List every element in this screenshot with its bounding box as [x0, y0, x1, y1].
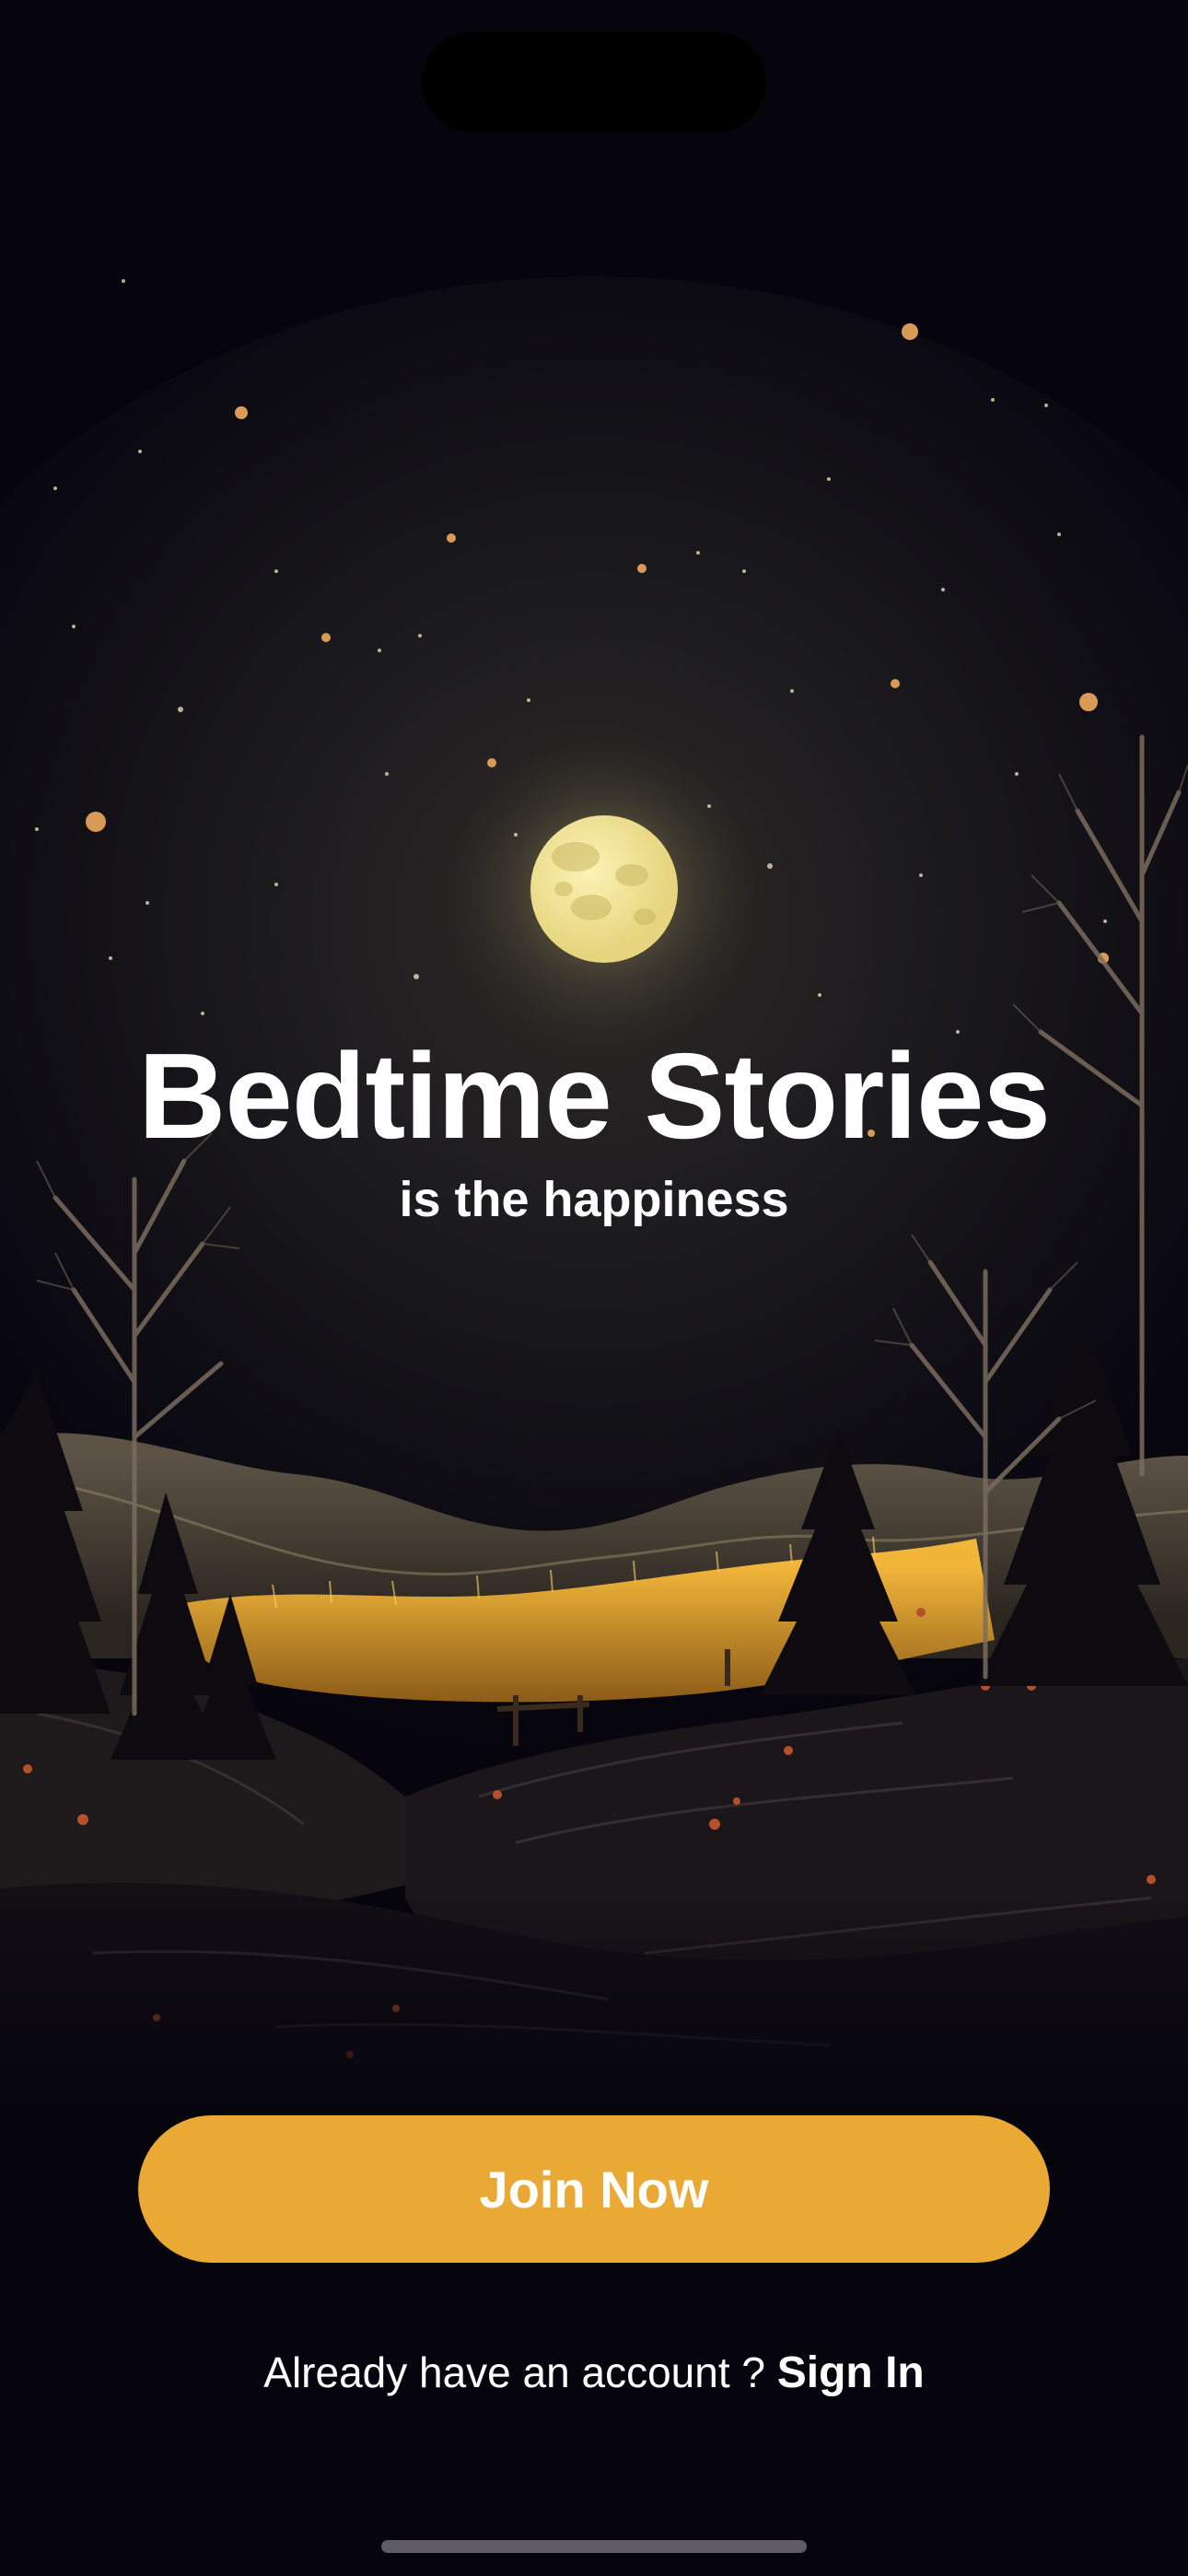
signin-row: Already have an account ? Sign In	[0, 2340, 1188, 2406]
signin-prompt: Already have an account ?	[263, 2348, 765, 2396]
app-title: Bedtime Stories	[138, 1028, 1051, 1164]
dynamic-island	[422, 31, 766, 133]
app-tagline: is the happiness	[399, 1172, 789, 1227]
home-indicator[interactable]	[381, 2540, 807, 2553]
welcome-screen: Bedtime Stories is the happiness Join No…	[0, 0, 1188, 2576]
join-now-button[interactable]: Join Now	[138, 2115, 1050, 2263]
sign-in-link[interactable]: Sign In	[777, 2348, 925, 2397]
